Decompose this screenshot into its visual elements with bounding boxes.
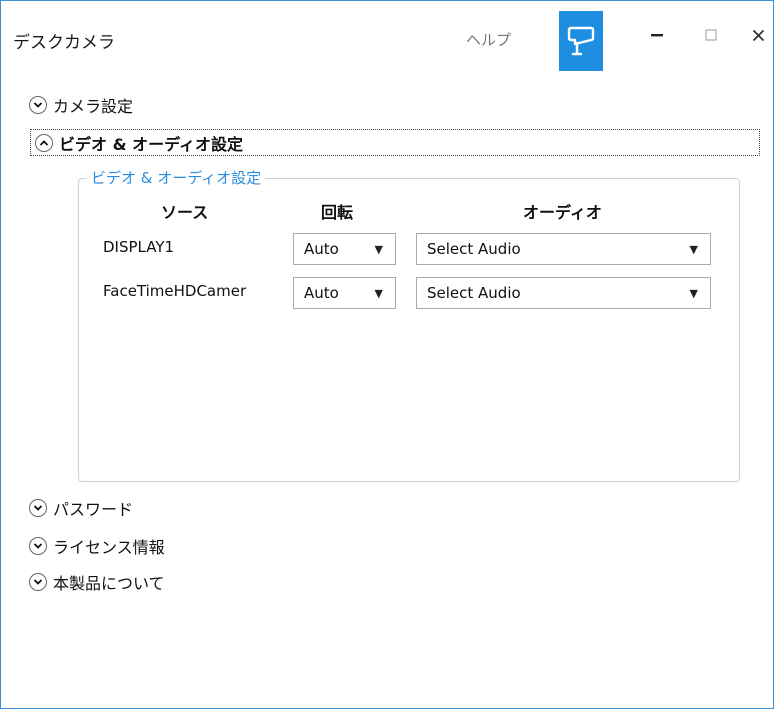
video-audio-groupbox	[78, 178, 740, 482]
camera-button[interactable]	[559, 11, 603, 71]
column-header-audio: オーディオ	[523, 203, 602, 222]
section-camera-settings[interactable]: カメラ設定	[29, 90, 133, 120]
section-video-audio-settings[interactable]: ビデオ & オーディオ設定	[30, 129, 760, 156]
dropdown-arrow-icon: ▼	[689, 286, 698, 300]
close-icon	[752, 29, 764, 41]
maximize-button[interactable]	[691, 15, 731, 55]
column-header-source: ソース	[161, 203, 209, 222]
app-title: デスクカメラ	[13, 33, 115, 53]
rotation-select-value: Auto	[304, 284, 339, 302]
chevron-down-icon	[29, 96, 47, 114]
audio-select-value: Select Audio	[427, 284, 521, 302]
chevron-down-icon	[29, 499, 47, 517]
close-button[interactable]	[738, 15, 774, 55]
section-label-video-audio-settings: ビデオ & オーディオ設定	[59, 134, 243, 154]
security-camera-icon	[567, 26, 595, 56]
audio-select-value: Select Audio	[427, 240, 521, 258]
chevron-down-icon	[29, 573, 47, 591]
minimize-button[interactable]	[637, 15, 677, 55]
column-header-rotation: 回転	[321, 203, 354, 222]
chevron-up-icon	[35, 133, 53, 152]
audio-select[interactable]: Select Audio ▼	[416, 277, 711, 309]
section-label-license: ライセンス情報	[53, 538, 165, 557]
section-label-about: 本製品について	[53, 574, 165, 593]
chevron-down-icon	[29, 537, 47, 555]
section-password[interactable]: パスワード	[29, 493, 133, 523]
help-link[interactable]: ヘルプ	[466, 29, 511, 50]
rotation-select-value: Auto	[304, 240, 339, 258]
source-label: DISPLAY1	[103, 238, 175, 256]
dropdown-arrow-icon: ▼	[374, 242, 383, 256]
section-about[interactable]: 本製品について	[29, 567, 165, 597]
rotation-select[interactable]: Auto ▼	[293, 277, 396, 309]
source-label: FaceTimeHDCamer	[103, 282, 247, 300]
section-label-camera-settings: カメラ設定	[53, 97, 134, 116]
groupbox-legend: ビデオ & オーディオ設定	[87, 167, 266, 188]
app-window: デスクカメラ ヘルプ カメラ設定 ビデオ & オーディオ設定 ビデオ & オーデ…	[0, 0, 774, 709]
title-bar: デスクカメラ ヘルプ	[1, 1, 773, 71]
section-license[interactable]: ライセンス情報	[29, 531, 165, 561]
rotation-select[interactable]: Auto ▼	[293, 233, 396, 265]
dropdown-arrow-icon: ▼	[689, 242, 698, 256]
audio-select[interactable]: Select Audio ▼	[416, 233, 711, 265]
dropdown-arrow-icon: ▼	[374, 286, 383, 300]
maximize-icon	[705, 29, 717, 41]
minimize-icon	[651, 34, 663, 37]
section-label-password: パスワード	[53, 500, 134, 519]
